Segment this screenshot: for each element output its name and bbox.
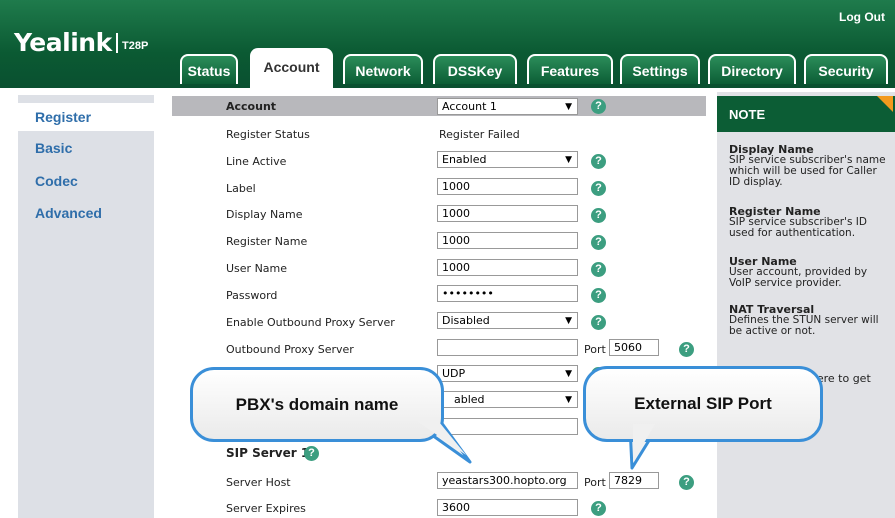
callout-tail-cover [411, 417, 655, 462]
